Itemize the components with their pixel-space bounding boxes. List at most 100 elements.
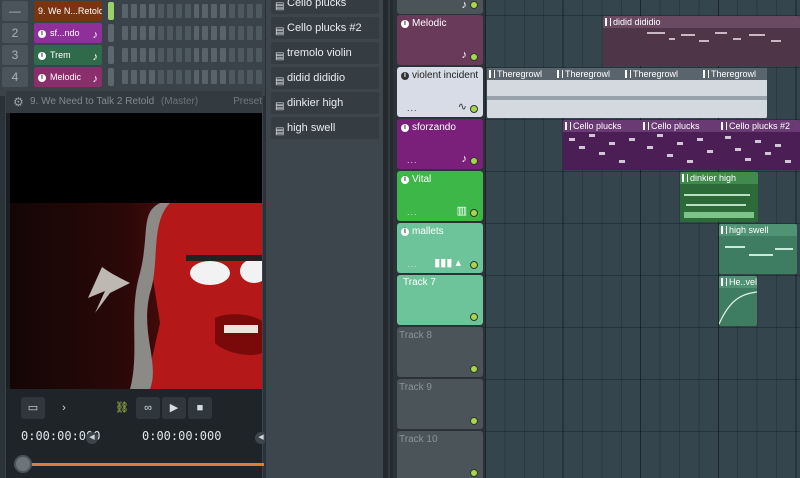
track-header[interactable]: Track 8 (397, 327, 483, 377)
expand-button[interactable]: › (52, 397, 76, 419)
track-mute-led[interactable] (470, 313, 478, 321)
track-mute-led[interactable] (470, 1, 478, 9)
step-button[interactable] (247, 70, 254, 84)
step-button[interactable] (130, 48, 137, 62)
step-button[interactable] (193, 70, 200, 84)
track-mute-led[interactable] (470, 105, 478, 113)
track-header[interactable]: ♪ (397, 0, 483, 14)
step-button[interactable] (202, 26, 209, 40)
step-button[interactable] (229, 48, 236, 62)
stop-button[interactable]: ■ (188, 397, 212, 419)
step-button[interactable] (184, 48, 191, 62)
step-button[interactable] (220, 26, 227, 40)
pattern-item[interactable]: ▤ high swell (271, 117, 379, 139)
step-button[interactable] (130, 70, 137, 84)
seek-knob[interactable] (14, 455, 32, 473)
channel-name-button[interactable]: i sf...ndo ♪ (34, 23, 102, 43)
pattern-item[interactable]: ▤ didid dididio (271, 67, 379, 89)
automation-clip[interactable]: He..vel (719, 276, 757, 326)
channel-row[interactable]: 2 i sf...ndo ♪ (0, 22, 265, 44)
play-button[interactable]: ▶ (162, 397, 186, 419)
step-button[interactable] (238, 26, 245, 40)
step-button[interactable] (148, 4, 155, 18)
step-button[interactable] (139, 26, 146, 40)
channel-name-button[interactable]: i Melodic ♪ (34, 67, 102, 87)
preset-menu[interactable]: Preset (233, 91, 262, 113)
step-button[interactable] (139, 48, 146, 62)
channel-select-led[interactable] (108, 2, 114, 20)
step-button[interactable] (229, 4, 236, 18)
track-mute-led[interactable] (470, 53, 478, 61)
channel-number[interactable]: 3 (2, 45, 28, 65)
track-header[interactable]: Track 9 (397, 379, 483, 429)
step-button[interactable] (247, 48, 254, 62)
step-button[interactable] (157, 70, 164, 84)
step-button[interactable] (220, 70, 227, 84)
step-button[interactable] (256, 26, 262, 40)
playlist-grid[interactable]: didid dididio Theregrowl Theregrowl Ther… (485, 0, 800, 478)
audio-clip-group[interactable]: Theregrowl Theregrowl Theregrowl Theregr… (487, 68, 767, 118)
track-options[interactable]: ... (407, 207, 418, 217)
step-sequencer[interactable] (122, 70, 262, 84)
track-header[interactable]: i Melodic ♪ (397, 15, 483, 65)
step-button[interactable] (175, 48, 182, 62)
step-button[interactable] (247, 26, 254, 40)
pattern-item[interactable]: ▤ Cello plucks #2 (271, 17, 379, 39)
step-button[interactable] (184, 70, 191, 84)
step-button[interactable] (175, 4, 182, 18)
step-button[interactable] (130, 26, 137, 40)
gear-icon[interactable]: ⚙ (13, 91, 24, 113)
track-mute-led[interactable] (470, 209, 478, 217)
track-options[interactable]: ... (407, 259, 418, 269)
step-button[interactable] (256, 48, 262, 62)
pattern-clip[interactable]: dinkier high (680, 172, 758, 222)
track-header[interactable]: Track 10 (397, 431, 483, 478)
track-options[interactable]: ... (407, 155, 418, 165)
step-button[interactable] (166, 70, 173, 84)
step-sequencer[interactable] (122, 48, 262, 62)
channel-number[interactable]: — (2, 1, 28, 21)
track-mute-led[interactable] (470, 365, 478, 373)
step-button[interactable] (139, 70, 146, 84)
pattern-item[interactable]: ▤ Cello plucks (271, 0, 379, 14)
track-mute-led[interactable] (470, 157, 478, 165)
channel-select-led[interactable] (108, 24, 114, 42)
track-mute-led[interactable] (470, 469, 478, 477)
step-button[interactable] (184, 26, 191, 40)
step-button[interactable] (211, 4, 218, 18)
step-button[interactable] (157, 26, 164, 40)
step-button[interactable] (166, 4, 173, 18)
video-window-titlebar[interactable]: ⚙ 9. We Need to Talk 2 Retold (Master) P… (6, 91, 262, 113)
step-button[interactable] (238, 70, 245, 84)
pattern-item[interactable]: ▤ tremolo violin (271, 42, 379, 64)
link-button[interactable]: ⛓ (110, 397, 134, 419)
track-header[interactable]: i sforzando ... ♪ (397, 119, 483, 169)
channel-number[interactable]: 4 (2, 67, 28, 87)
step-button[interactable] (148, 48, 155, 62)
step-button[interactable] (220, 4, 227, 18)
channel-row[interactable]: 3 i Trem ♪ (0, 44, 265, 66)
step-button[interactable] (238, 4, 245, 18)
track-header[interactable]: i Vital ... ▥ (397, 171, 483, 221)
track-mute-led[interactable] (470, 261, 478, 269)
step-button[interactable] (247, 4, 254, 18)
step-button[interactable] (175, 70, 182, 84)
step-button[interactable] (220, 48, 227, 62)
channel-number[interactable]: 2 (2, 23, 28, 43)
channel-name-button[interactable]: 9. We N...Retold (34, 1, 102, 21)
step-button[interactable] (229, 70, 236, 84)
step-button[interactable] (148, 26, 155, 40)
step-button[interactable] (184, 4, 191, 18)
step-button[interactable] (122, 26, 128, 40)
step-button[interactable] (122, 4, 128, 18)
track-mute-led[interactable] (470, 417, 478, 425)
step-button[interactable] (229, 26, 236, 40)
step-button[interactable] (193, 48, 200, 62)
track-header[interactable]: i mallets ... ▮▮▮ ▴ (397, 223, 483, 273)
step-button[interactable] (256, 70, 262, 84)
time-left-arrow[interactable]: ◀ (86, 432, 98, 444)
step-button[interactable] (122, 48, 128, 62)
step-button[interactable] (202, 70, 209, 84)
folder-button[interactable]: ▭ (21, 397, 45, 419)
step-button[interactable] (202, 48, 209, 62)
